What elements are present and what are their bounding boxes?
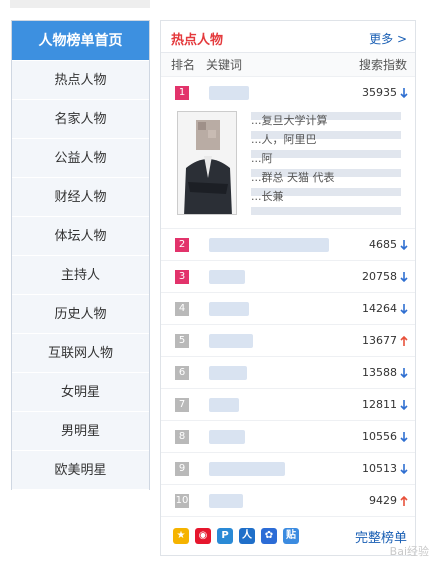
sidebar-item-actress[interactable]: 女明星 xyxy=(12,373,149,412)
search-index-value: 4685 xyxy=(369,238,397,251)
search-index-value: 12811 xyxy=(362,398,397,411)
sidebar-item-western-stars[interactable]: 欧美明星 xyxy=(12,451,149,490)
sidebar-item-finance[interactable]: 财经人物 xyxy=(12,178,149,217)
table-row[interactable]: 7 12811 xyxy=(161,389,415,421)
table-row[interactable]: 2 4685 xyxy=(161,229,415,261)
trend-up-icon xyxy=(399,334,409,348)
rank-badge: 2 xyxy=(175,238,189,252)
panel-header: 热点人物 更多 > xyxy=(161,21,415,53)
search-index-value: 13677 xyxy=(362,334,397,347)
table-row[interactable]: 10 9429 xyxy=(161,485,415,517)
rank-badge: 1 xyxy=(175,86,189,100)
keyword-blurred[interactable] xyxy=(209,494,243,508)
rank-badge: 8 xyxy=(175,430,189,444)
keyword-blurred[interactable] xyxy=(209,302,249,316)
panel-footer: ★ ◉ P 人 ✿ 贴 完整榜单 xyxy=(161,519,415,555)
renren-icon[interactable]: 人 xyxy=(239,528,255,544)
keyword-blurred[interactable] xyxy=(209,366,247,380)
ranking-panel: 热点人物 更多 > 排名 关键词 搜索指数 1 35935 ...复旦大学计算 … xyxy=(160,20,416,556)
table-row[interactable]: 3 20758 xyxy=(161,261,415,293)
table-row[interactable]: 9 10513 xyxy=(161,453,415,485)
trend-up-icon xyxy=(399,494,409,508)
trend-down-icon xyxy=(399,430,409,444)
search-index-value: 35935 xyxy=(362,86,397,99)
keyword-blurred[interactable] xyxy=(209,430,245,444)
keyword-blurred[interactable] xyxy=(209,462,285,476)
search-index-value: 14264 xyxy=(362,302,397,315)
keyword-blurred[interactable] xyxy=(209,270,245,284)
trend-down-icon xyxy=(399,398,409,412)
column-header: 排名 关键词 搜索指数 xyxy=(161,53,415,77)
sidebar-item-actor[interactable]: 男明星 xyxy=(12,412,149,451)
rank-badge: 6 xyxy=(175,366,189,380)
sidebar-item-hot-people[interactable]: 热点人物 xyxy=(12,61,149,100)
paopao-icon[interactable]: P xyxy=(217,528,233,544)
sidebar-item-history[interactable]: 历史人物 xyxy=(12,295,149,334)
sidebar-item-sports[interactable]: 体坛人物 xyxy=(12,217,149,256)
search-index-value: 13588 xyxy=(362,366,397,379)
rank-badge: 7 xyxy=(175,398,189,412)
share-icons: ★ ◉ P 人 ✿ 贴 xyxy=(173,528,299,544)
trend-down-icon xyxy=(399,302,409,316)
column-keyword: 关键词 xyxy=(206,58,243,72)
tieba-icon[interactable]: 贴 xyxy=(283,528,299,544)
table-row[interactable]: 1 35935 ...复旦大学计算 ...人，阿里巴 ...阿 ...群总 天猫… xyxy=(161,77,415,229)
sidebar-item-home[interactable]: 人物榜单首页 xyxy=(12,21,149,61)
rank-badge: 9 xyxy=(175,462,189,476)
table-row[interactable]: 6 13588 xyxy=(161,357,415,389)
sidebar-item-host[interactable]: 主持人 xyxy=(12,256,149,295)
column-rank: 排名 xyxy=(171,58,196,72)
top-strip xyxy=(10,0,150,8)
panel-title: 热点人物 xyxy=(171,33,224,48)
search-index-value: 10513 xyxy=(362,462,397,475)
keyword-blurred[interactable] xyxy=(209,86,249,100)
sidebar-item-famous[interactable]: 名家人物 xyxy=(12,100,149,139)
keyword-blurred[interactable] xyxy=(209,398,239,412)
qzone-icon[interactable]: ★ xyxy=(173,528,189,544)
person-description: ...复旦大学计算 ...人，阿里巴 ...阿 ...群总 天猫 代表 ...长… xyxy=(251,114,335,203)
search-index-value: 10556 xyxy=(362,430,397,443)
keyword-blurred[interactable] xyxy=(209,238,329,252)
person-avatar[interactable] xyxy=(177,111,237,215)
sidebar-item-charity[interactable]: 公益人物 xyxy=(12,139,149,178)
trend-down-icon xyxy=(399,238,409,252)
more-link[interactable]: 更多 > xyxy=(369,30,407,47)
search-index-value: 20758 xyxy=(362,270,397,283)
trend-down-icon xyxy=(399,86,409,100)
trend-down-icon xyxy=(399,462,409,476)
keyword-blurred[interactable] xyxy=(209,334,253,348)
rank-badge: 4 xyxy=(175,302,189,316)
watermark: Bai经验 xyxy=(389,545,429,558)
baidu-icon[interactable]: ✿ xyxy=(261,528,277,544)
rank-badge: 10 xyxy=(175,494,189,508)
rank-badge: 5 xyxy=(175,334,189,348)
trend-down-icon xyxy=(399,366,409,380)
rank-badge: 3 xyxy=(175,270,189,284)
weibo-icon[interactable]: ◉ xyxy=(195,528,211,544)
sidebar-nav: 人物榜单首页 热点人物 名家人物 公益人物 财经人物 体坛人物 主持人 历史人物… xyxy=(11,20,150,490)
table-row[interactable]: 4 14264 xyxy=(161,293,415,325)
search-index-value: 9429 xyxy=(369,494,397,507)
table-row[interactable]: 5 13677 xyxy=(161,325,415,357)
sidebar-item-internet[interactable]: 互联网人物 xyxy=(12,334,149,373)
table-row[interactable]: 8 10556 xyxy=(161,421,415,453)
trend-down-icon xyxy=(399,270,409,284)
column-search-index: 搜索指数 xyxy=(358,58,407,72)
